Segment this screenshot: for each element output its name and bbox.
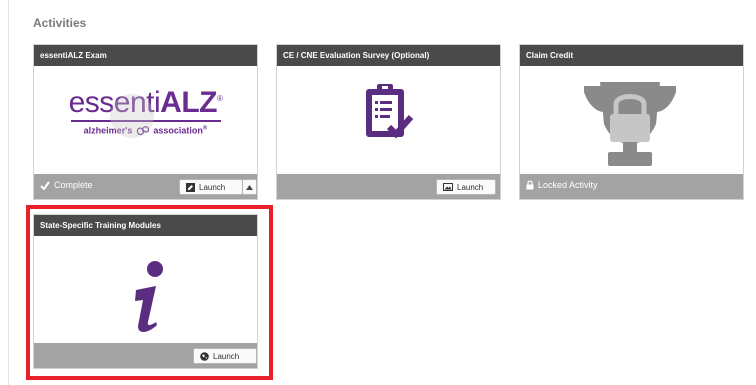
highlight-box [26,205,273,380]
trophy-lock-icon [584,82,676,166]
status-complete: Complete [40,180,93,190]
activity-card-exam: essentiALZ Exam essentiALZ® alzheimer's … [33,44,258,200]
status-locked: Locked Activity [526,180,598,190]
caret-up-icon [246,184,253,190]
activity-card-claim-credit: Claim Credit Locked Activity [519,44,744,200]
watermark-circle [110,94,154,138]
card-title: CE / CNE Evaluation Survey (Optional) [277,45,500,66]
edit-square-icon [186,182,195,192]
card-image[interactable] [277,66,500,174]
card-footer: Complete Launch [34,174,257,199]
card-title: Claim Credit [520,45,743,66]
launch-button[interactable]: Launch [179,179,243,195]
card-footer: Launch [277,174,500,199]
launch-button[interactable]: Launch [436,179,496,195]
section-title: Activities [33,16,87,30]
clipboard-checklist-icon [366,84,413,139]
lock-icon [526,180,534,190]
card-footer: Locked Activity [520,174,743,199]
page-left-border [8,0,9,385]
launch-label: Launch [457,182,484,192]
launch-label: Launch [199,182,226,192]
image-icon [443,183,453,191]
activity-card-survey: CE / CNE Evaluation Survey (Optional) La… [276,44,501,200]
launch-dropdown-toggle[interactable] [242,179,257,195]
status-label: Locked Activity [538,180,598,190]
check-icon [40,180,50,190]
status-label: Complete [54,180,93,190]
card-image[interactable]: essentiALZ® alzheimer's association® [34,66,257,174]
card-title: essentiALZ Exam [34,45,257,66]
card-image [520,66,743,174]
